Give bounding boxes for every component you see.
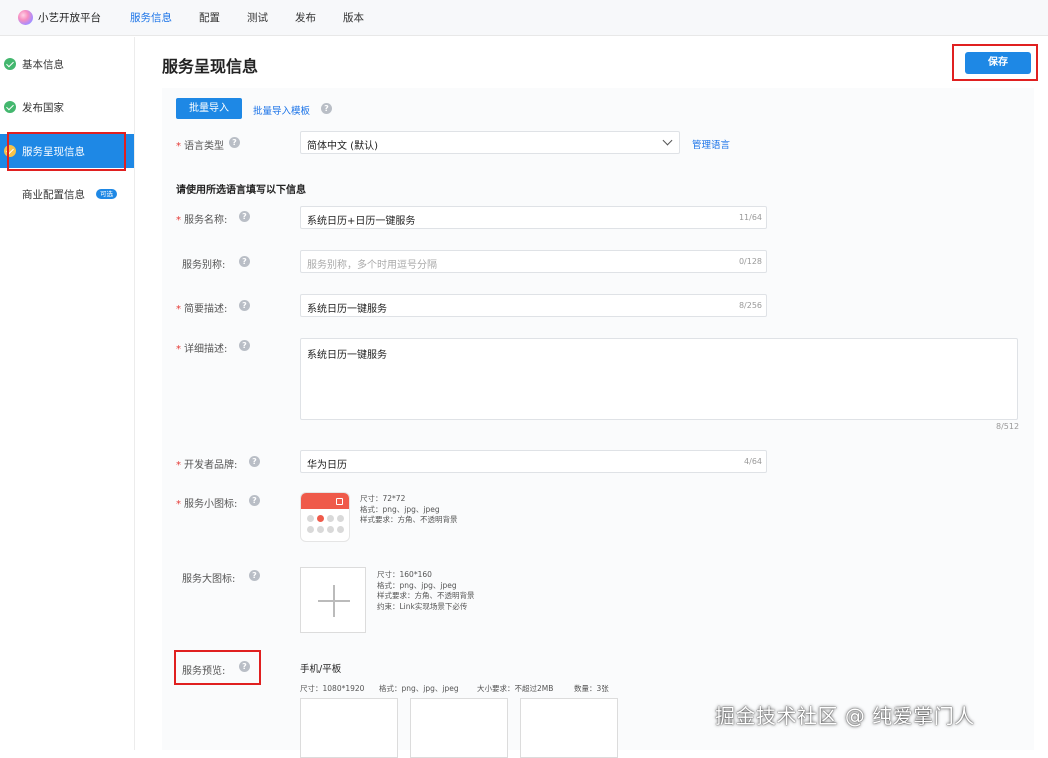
preview-format-spec: 格式：png、jpg、jpeg xyxy=(379,684,459,693)
page-title: 服务呈现信息 xyxy=(162,57,259,76)
calendar-dot xyxy=(337,526,344,533)
preview-max-size-spec: 大小要求：不超过2MB xyxy=(477,684,554,693)
sidebar-item-publish-country[interactable]: 发布国家 xyxy=(0,90,134,124)
service-alias-field[interactable]: 服务别称，多个时用逗号分隔 0/128 xyxy=(300,250,767,273)
manage-language-link[interactable]: 管理语言 xyxy=(692,137,730,151)
char-count: 8/512 xyxy=(996,422,1020,431)
preview-size-spec: 尺寸：1080*1920 xyxy=(300,684,365,693)
device-type: 手机/平板 xyxy=(300,664,342,675)
language-value: 简体中文 (默认) xyxy=(307,141,378,152)
nav-publish[interactable]: 发布 xyxy=(295,10,316,25)
developer-brand-value: 华为日历 xyxy=(307,460,347,471)
help-icon[interactable]: ? xyxy=(321,103,332,114)
annotation-sidebar-highlight xyxy=(7,132,126,171)
delete-icon[interactable] xyxy=(336,498,343,505)
brief-desc-value: 系统日历一键服务 xyxy=(307,304,387,315)
language-select[interactable]: 简体中文 (默认) xyxy=(300,131,680,154)
large-icon-label: 服务大图标: xyxy=(182,574,236,585)
brief-desc-field[interactable]: 系统日历一键服务 8/256 xyxy=(300,294,767,317)
plus-icon-vertical xyxy=(333,585,335,617)
large-icon-upload[interactable] xyxy=(300,567,366,633)
xiaoyi-logo-icon xyxy=(18,10,33,25)
service-name-field[interactable]: 系统日历+日历一键服务 11/64 xyxy=(300,206,767,229)
help-icon[interactable]: ? xyxy=(229,137,240,148)
large-icon-spec: 尺寸：160*160 格式：png、jpg、jpeg 样式要求：方角、不透明背景… xyxy=(377,570,475,611)
detail-desc-value: 系统日历一键服务 xyxy=(307,350,387,361)
calendar-dot xyxy=(327,515,334,522)
nav-version[interactable]: 版本 xyxy=(343,10,364,25)
calendar-dot-today xyxy=(317,515,324,522)
check-circle-icon xyxy=(4,58,16,70)
calendar-dot xyxy=(307,515,314,522)
service-name-label: * 服务名称: xyxy=(176,215,228,226)
service-alias-label: 服务别称: xyxy=(182,260,226,271)
annotation-save-highlight xyxy=(952,44,1038,81)
char-count: 8/256 xyxy=(738,301,762,310)
help-icon[interactable]: ? xyxy=(239,300,250,311)
sidebar-item-label: 发布国家 xyxy=(22,102,64,114)
sidebar-item-label: 商业配置信息 xyxy=(22,189,85,201)
char-count: 4/64 xyxy=(744,457,762,466)
calendar-dot xyxy=(327,526,334,533)
top-nav: 服务信息 配置 测试 发布 版本 xyxy=(130,10,391,25)
developer-brand-label: * 开发者品牌: xyxy=(176,460,238,471)
char-count: 0/128 xyxy=(738,257,762,266)
help-icon[interactable]: ? xyxy=(239,256,250,267)
calendar-dot xyxy=(337,515,344,522)
top-bar: 小艺开放平台 服务信息 配置 测试 发布 版本 xyxy=(0,0,1048,36)
nav-config[interactable]: 配置 xyxy=(199,10,220,25)
annotation-preview-highlight xyxy=(174,650,261,685)
brand-name[interactable]: 小艺开放平台 xyxy=(38,10,101,25)
help-icon[interactable]: ? xyxy=(249,456,260,467)
nav-service-info[interactable]: 服务信息 xyxy=(130,10,172,25)
help-icon[interactable]: ? xyxy=(249,495,260,506)
watermark: 掘金技术社区 @ 纯爱掌门人 xyxy=(715,704,975,728)
batch-import-template-link[interactable]: 批量导入模板 xyxy=(253,103,310,117)
developer-brand-field[interactable]: 华为日历 4/64 xyxy=(300,450,767,473)
section-title: 请使用所选语言填写以下信息 xyxy=(176,185,306,196)
sidebar-item-business-config[interactable]: 商业配置信息 可选 xyxy=(0,177,134,211)
calendar-dot xyxy=(317,526,324,533)
char-count: 11/64 xyxy=(738,213,762,222)
sidebar-item-label: 基本信息 xyxy=(22,59,64,71)
help-icon[interactable]: ? xyxy=(239,340,250,351)
check-circle-icon xyxy=(4,101,16,113)
optional-badge: 可选 xyxy=(96,189,117,199)
detail-desc-textarea[interactable]: 系统日历一键服务 xyxy=(300,338,1018,420)
language-label: * 语言类型 xyxy=(176,141,224,152)
service-alias-placeholder: 服务别称，多个时用逗号分隔 xyxy=(307,260,437,271)
help-icon[interactable]: ? xyxy=(249,570,260,581)
preview-upload-slot[interactable] xyxy=(520,698,618,758)
calendar-app-icon[interactable] xyxy=(300,492,350,542)
chevron-down-icon xyxy=(662,135,673,146)
preview-quantity-spec: 数量：3张 xyxy=(574,684,609,693)
small-icon-spec: 尺寸：72*72 格式：png、jpg、jpeg 样式要求：方角、不透明背景 xyxy=(360,494,458,524)
batch-import-button[interactable]: 批量导入 xyxy=(176,98,242,119)
sidebar-item-basic-info[interactable]: 基本信息 xyxy=(0,47,134,81)
detail-desc-label: * 详细描述: xyxy=(176,344,228,355)
preview-upload-slot[interactable] xyxy=(300,698,398,758)
nav-test[interactable]: 测试 xyxy=(247,10,268,25)
preview-upload-slot[interactable] xyxy=(410,698,508,758)
brief-desc-label: * 简要描述: xyxy=(176,304,228,315)
help-icon[interactable]: ? xyxy=(239,211,250,222)
calendar-dot xyxy=(307,526,314,533)
service-name-value: 系统日历+日历一键服务 xyxy=(307,216,416,227)
small-icon-label: * 服务小图标: xyxy=(176,499,238,510)
